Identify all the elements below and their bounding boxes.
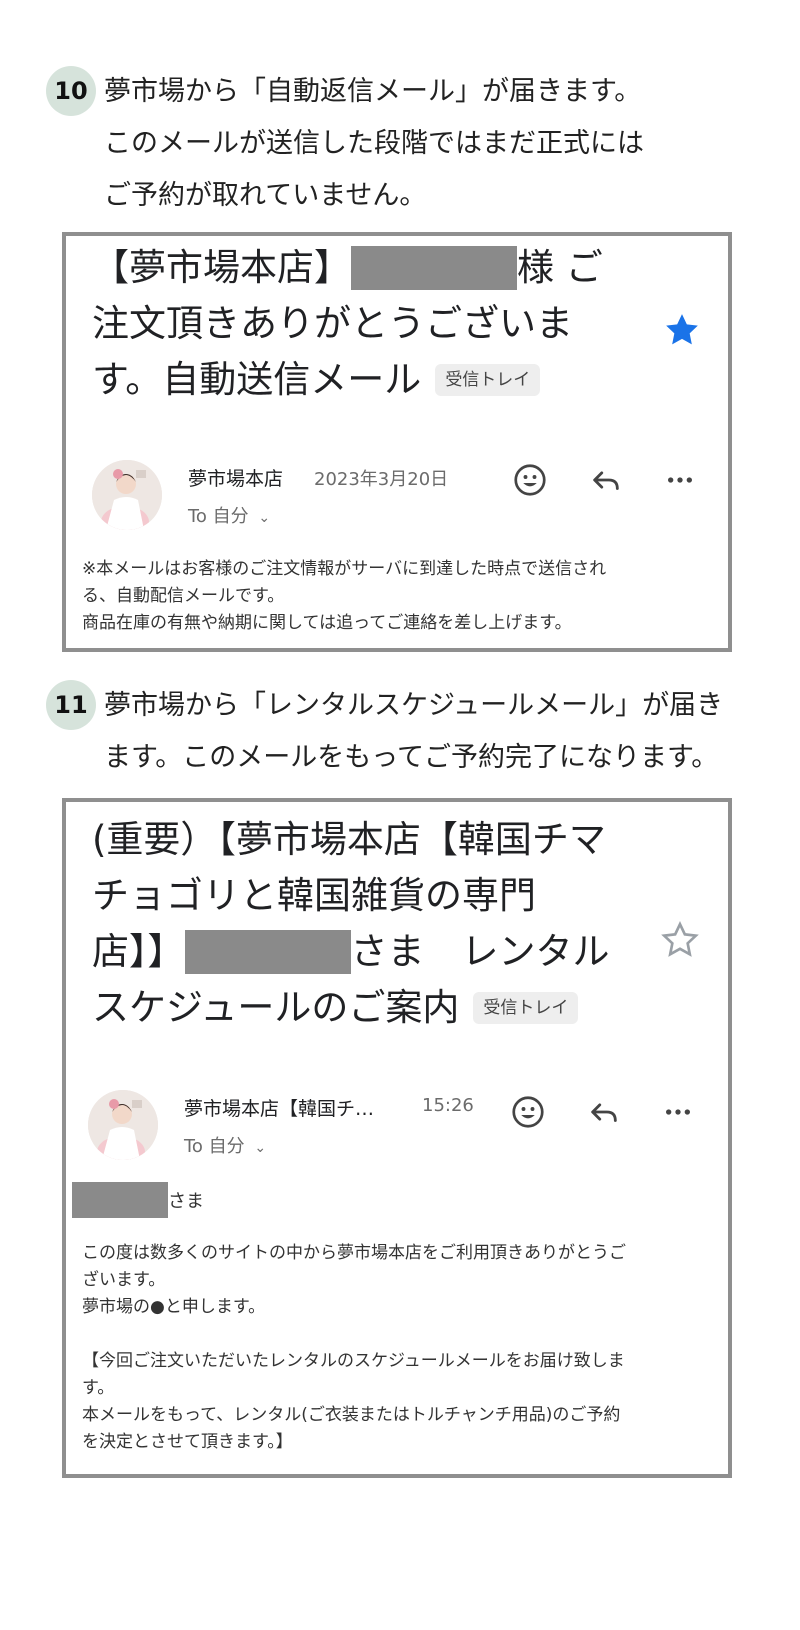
email-time: 15:26: [422, 1095, 474, 1116]
subject-text: 注文頂きありがとうございま: [92, 302, 573, 345]
recipient-text: To 自分: [188, 506, 249, 527]
recipient-text: To 自分: [184, 1136, 245, 1157]
reply-icon[interactable]: [586, 460, 626, 500]
step-instructions: 夢市場から「自動返信メール」が届きます。 このメールが送信した段階ではまだ正式に…: [104, 66, 644, 222]
subject-text: チョゴリと韓国雑貨の専門: [92, 874, 536, 917]
chevron-down-icon: ⌄: [254, 1140, 267, 1156]
inbox-label-chip[interactable]: 受信トレイ: [435, 364, 541, 396]
body-line: 本メールをもって、レンタル(ご衣装またはトルチャンチ用品)のご予約: [82, 1405, 621, 1425]
subject-text: スケジュールのご案内: [92, 986, 460, 1029]
body-line: る、自動配信メールです。: [82, 586, 285, 606]
chevron-down-icon: ⌄: [258, 510, 271, 526]
subject-text: 様 ご: [517, 246, 603, 289]
star-icon[interactable]: [662, 310, 702, 359]
email-subject: (重要）【夢市場本店【韓国チマ チョゴリと韓国雑貨の専門 店】】 さま レンタル…: [92, 812, 610, 1036]
body-line: この度は数多くのサイトの中から夢市場本店をご利用頂きありがとうご: [82, 1243, 626, 1263]
step-line: ご予約が取れていません。: [104, 180, 427, 211]
body-line: ざいます。: [82, 1270, 166, 1290]
redacted-name: [72, 1182, 168, 1218]
sender-avatar[interactable]: [92, 460, 162, 530]
inbox-label-chip[interactable]: 受信トレイ: [473, 992, 579, 1024]
sender-name[interactable]: 夢市場本店: [188, 464, 283, 491]
star-icon[interactable]: [660, 920, 700, 969]
emoji-icon[interactable]: [508, 1092, 548, 1132]
email-body: ※本メールはお客様のご注文情報がサーバに到達した時点で送信され る、自動配信メー…: [82, 556, 606, 637]
recipient-toggle[interactable]: To 自分 ⌄: [184, 1132, 266, 1158]
body-line: 夢市場の●と申します。: [82, 1297, 266, 1317]
subject-text: す。自動送信メール: [92, 358, 422, 401]
more-icon[interactable]: [660, 460, 700, 500]
more-icon[interactable]: [658, 1092, 698, 1132]
email-date: 2023年3月20日: [314, 469, 449, 490]
step-number-badge: 11: [46, 680, 96, 730]
subject-text: 店】】: [92, 930, 185, 973]
step-10: 10 夢市場から「自動返信メール」が届きます。 このメールが送信した段階ではまだ…: [46, 66, 786, 226]
step-number-badge: 10: [46, 66, 96, 116]
step-line: ます。このメールをもってご予約完了になります。: [104, 742, 719, 773]
greeting-suffix: さま: [168, 1191, 204, 1212]
step-line: 夢市場から「自動返信メール」が届きます。: [104, 76, 642, 107]
step-instructions: 夢市場から「レンタルスケジュールメール」が届き ます。このメールをもってご予約完…: [104, 680, 723, 784]
body-line: を決定とさせて頂きます。】: [82, 1432, 293, 1452]
email-subject: 【夢市場本店】 様 ご 注文頂きありがとうございま す。自動送信メール 受信トレ…: [92, 240, 603, 408]
body-line: ※本メールはお客様のご注文情報がサーバに到達した時点で送信され: [82, 559, 607, 579]
body-line: [82, 1321, 626, 1348]
sender-name[interactable]: 夢市場本店【韓国チ…: [184, 1094, 374, 1121]
subject-text: 【夢市場本店】: [92, 246, 351, 289]
sender-avatar[interactable]: [88, 1090, 158, 1160]
body-line: す。: [82, 1378, 115, 1398]
email-body: この度は数多くのサイトの中から夢市場本店をご利用頂きありがとうご ざいます。 夢…: [82, 1240, 626, 1456]
redacted-name: [184, 930, 351, 974]
greeting: さま: [72, 1182, 204, 1218]
auto-reply-email-card: 【夢市場本店】 様 ご 注文頂きありがとうございま す。自動送信メール 受信トレ…: [62, 232, 732, 652]
reply-icon[interactable]: [584, 1092, 624, 1132]
emoji-icon[interactable]: [510, 460, 550, 500]
body-line: 【今回ご注文いただいたレンタルのスケジュールメールをお届け致しま: [82, 1351, 625, 1371]
subject-text: さま レンタル: [350, 930, 610, 973]
subject-text: (重要）【夢市場本店【韓国チマ: [92, 818, 606, 861]
redacted-name: [351, 246, 517, 290]
step-11: 11 夢市場から「レンタルスケジュールメール」が届き ます。このメールをもってご…: [46, 680, 796, 790]
body-line: 商品在庫の有無や納期に関しては追ってご連絡を差し上げます。: [82, 613, 572, 633]
rental-schedule-email-card: (重要）【夢市場本店【韓国チマ チョゴリと韓国雑貨の専門 店】】 さま レンタル…: [62, 798, 732, 1478]
step-line: このメールが送信した段階ではまだ正式には: [104, 128, 644, 159]
recipient-toggle[interactable]: To 自分 ⌄: [188, 502, 270, 528]
step-line: 夢市場から「レンタルスケジュールメール」が届き: [104, 690, 724, 721]
